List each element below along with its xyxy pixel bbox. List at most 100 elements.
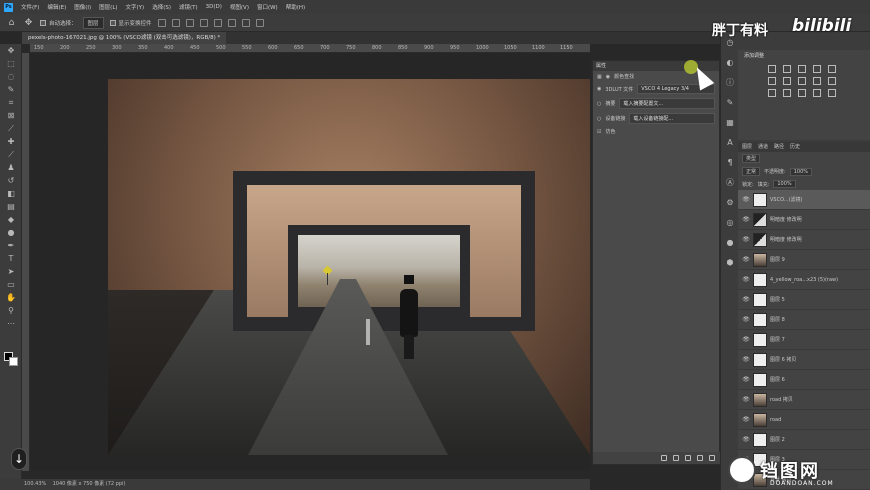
invert-icon[interactable] [768, 89, 776, 97]
layer-row[interactable]: 👁 图层 5 [738, 290, 870, 310]
healing-brush-icon[interactable]: ✚ [0, 135, 22, 148]
menu-filter[interactable]: 滤镜(T) [179, 3, 198, 11]
layer-row[interactable]: 👁 明暗度 修改明 [738, 230, 870, 250]
layer-row[interactable]: 👁 图层 7 [738, 330, 870, 350]
layer-row[interactable]: 👁 图层 9 [738, 250, 870, 270]
brush-settings-icon[interactable]: ✎ [721, 92, 739, 112]
eyedropper-tool-icon[interactable]: ⟋ [0, 122, 22, 135]
fill-input[interactable]: 100% [773, 180, 796, 188]
align-middle-icon[interactable] [213, 18, 222, 27]
visibility-eye-icon[interactable]: 👁 [742, 196, 750, 203]
auto-select-dropdown[interactable]: 图层 [82, 16, 104, 29]
marquee-tool-icon[interactable]: ⬚ [0, 57, 22, 70]
menu-file[interactable]: 文件(F) [21, 3, 39, 11]
layer-row[interactable]: 👁 明暗度 修改明 [738, 210, 870, 230]
align-right-icon[interactable] [185, 18, 194, 27]
home-icon[interactable]: ⌂ [6, 17, 17, 28]
swatches-icon[interactable]: ▦ [721, 112, 739, 132]
visibility-eye-icon[interactable]: 👁 [742, 316, 750, 323]
layer-row[interactable]: 👁 图层 8 [738, 310, 870, 330]
glyphs-icon[interactable]: Ⓐ [721, 172, 739, 192]
eraser-tool-icon[interactable]: ◧ [0, 187, 22, 200]
crop-tool-icon[interactable]: ⌗ [0, 96, 22, 109]
menu-window[interactable]: 窗口(W) [257, 3, 278, 11]
reset-icon[interactable] [685, 455, 691, 461]
curves-icon[interactable] [798, 65, 806, 73]
radio-icon[interactable]: ○ [597, 116, 601, 122]
trash-icon[interactable] [709, 455, 715, 461]
plugin-icon[interactable]: ⬢ [721, 252, 739, 272]
visibility-eye-icon[interactable]: 👁 [742, 436, 750, 443]
levels-icon[interactable] [783, 65, 791, 73]
color-icon[interactable]: ◐ [721, 52, 739, 72]
blur-tool-icon[interactable]: ◆ [0, 213, 22, 226]
selective-color-icon[interactable] [828, 89, 836, 97]
align-top-icon[interactable] [199, 18, 208, 27]
brush-tool-icon[interactable]: ⟋ [0, 148, 22, 161]
history-brush-icon[interactable]: ↺ [0, 174, 22, 187]
auto-select-checkbox[interactable]: 自动选择： [40, 19, 77, 27]
align-center-icon[interactable] [171, 18, 180, 27]
document-artwork[interactable] [108, 79, 590, 455]
menu-edit[interactable]: 编辑(E) [47, 3, 66, 11]
hand-tool-icon[interactable]: ✋ [0, 291, 22, 304]
checkbox-icon[interactable]: ☑ [597, 129, 601, 135]
hue-sat-icon[interactable] [768, 77, 776, 85]
tab-history[interactable]: 历史 [790, 142, 800, 152]
menu-select[interactable]: 选择(S) [152, 3, 171, 11]
visibility-icon[interactable] [697, 455, 703, 461]
scroll-down-icon[interactable]: ↓ [11, 448, 27, 470]
frame-tool-icon[interactable]: ⊠ [0, 109, 22, 122]
threshold-icon[interactable] [798, 89, 806, 97]
layer-row[interactable]: 👁 4_yellow_roa...x23 (5)(raw) [738, 270, 870, 290]
layer-row[interactable]: 👁 road 拷贝 [738, 390, 870, 410]
radio-icon[interactable]: ◉ [597, 86, 601, 92]
visibility-eye-icon[interactable]: 👁 [742, 296, 750, 303]
abstract-dropdown[interactable]: 载入摘要配置文... [619, 98, 715, 109]
more-tools-icon[interactable]: ⋯ [0, 317, 22, 330]
show-transform-checkbox[interactable]: 显示变换控件 [109, 19, 152, 27]
canvas-area[interactable] [30, 53, 590, 471]
checkbox-icon[interactable] [40, 19, 46, 26]
menu-view[interactable]: 视图(V) [230, 3, 249, 11]
plugin-icon[interactable]: ● [721, 232, 739, 252]
tab-paths[interactable]: 路径 [774, 142, 784, 152]
menu-3d[interactable]: 3D(D) [206, 4, 222, 10]
checkbox-icon[interactable] [109, 19, 116, 26]
document-info[interactable]: 1040 像素 x 750 像素 (72 ppi) [53, 481, 126, 487]
visibility-eye-icon[interactable]: 👁 [742, 256, 750, 263]
lasso-tool-icon[interactable]: ◌ [0, 70, 22, 83]
gradient-tool-icon[interactable]: ▤ [0, 200, 22, 213]
align-bottom-icon[interactable] [227, 18, 236, 27]
quick-select-tool-icon[interactable]: ✎ [0, 83, 22, 96]
info-icon[interactable]: ⓘ [721, 72, 739, 92]
menu-image[interactable]: 图像(I) [74, 3, 91, 11]
layer-row[interactable]: 👁 VSCO...(滤镜) [738, 190, 870, 210]
background-color-swatch[interactable] [9, 357, 18, 366]
visibility-eye-icon[interactable]: 👁 [742, 236, 750, 243]
document-tab[interactable]: pexels-photo-167021.jpg @ 100% (VSCO滤镜 (… [22, 32, 227, 44]
dodge-tool-icon[interactable]: ● [0, 226, 22, 239]
bw-icon[interactable] [798, 77, 806, 85]
visibility-eye-icon[interactable]: 👁 [742, 396, 750, 403]
path-select-icon[interactable]: ➤ [0, 265, 22, 278]
vibrance-icon[interactable] [828, 65, 836, 73]
3d-mode-icon[interactable] [255, 18, 264, 27]
zoom-tool-icon[interactable]: ⚲ [0, 304, 22, 317]
menu-type[interactable]: 文字(Y) [126, 3, 145, 11]
opacity-input[interactable]: 100% [789, 167, 812, 176]
exposure-icon[interactable] [813, 65, 821, 73]
color-balance-icon[interactable] [783, 77, 791, 85]
distribute-icon[interactable] [241, 18, 250, 27]
device-link-dropdown[interactable]: 载入设备链接配... [629, 113, 715, 124]
channel-mixer-icon[interactable] [828, 77, 836, 85]
layer-kind-filter[interactable]: 类型 [742, 154, 761, 163]
visibility-eye-icon[interactable]: 👁 [742, 276, 750, 283]
mask-icon[interactable]: ◉ [606, 74, 610, 80]
move-tool-icon[interactable]: ✥ [23, 17, 34, 28]
paragraph-icon[interactable]: ¶ [721, 152, 739, 172]
plugin-icon[interactable]: ◎ [721, 212, 739, 232]
clip-layer-icon[interactable] [661, 455, 667, 461]
plugin-icon[interactable]: ⚙ [721, 192, 739, 212]
menu-help[interactable]: 帮助(H) [286, 3, 305, 11]
